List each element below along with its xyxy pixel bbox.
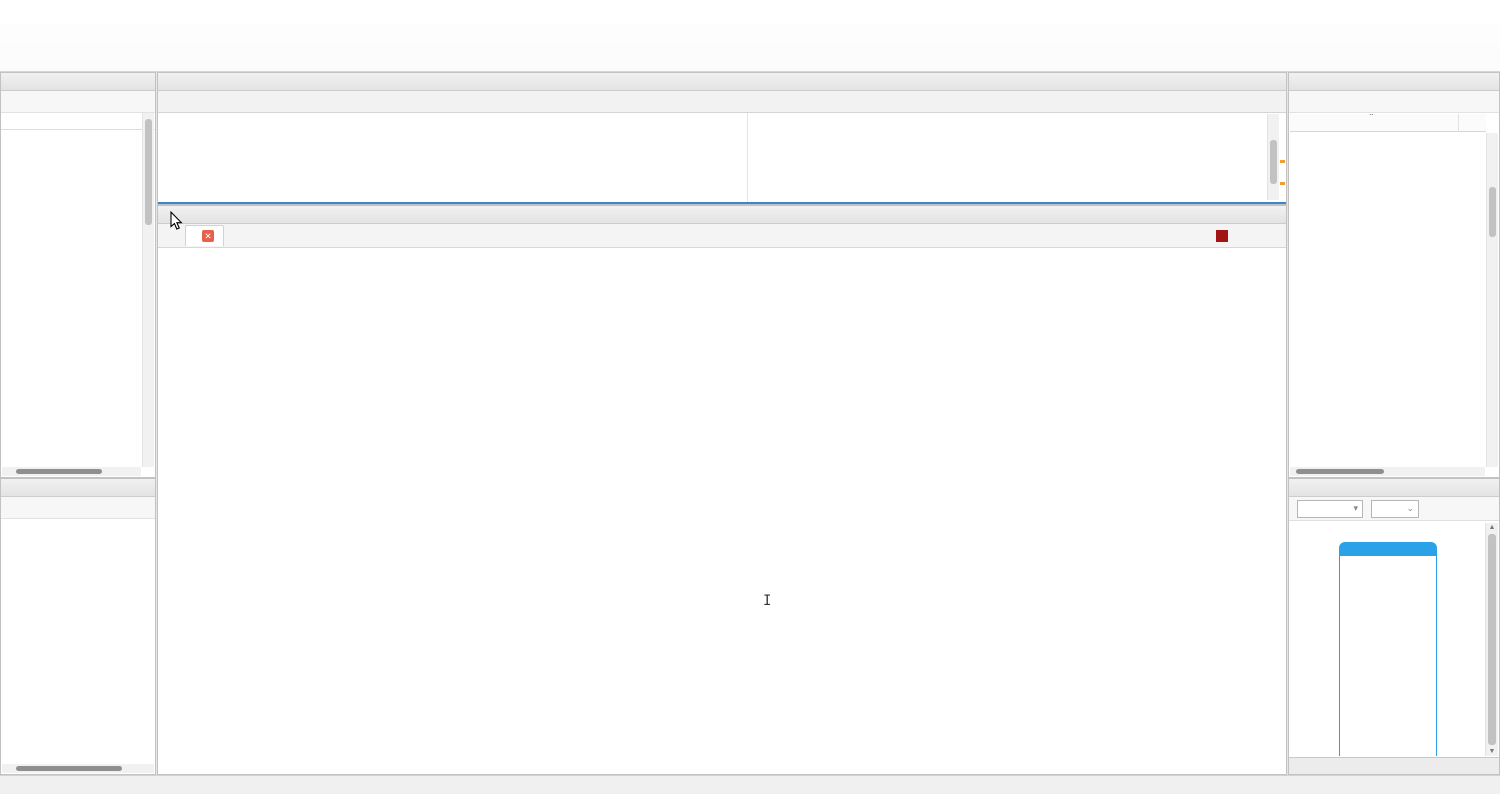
help-header: [1289, 479, 1499, 497]
console-options-gear-icon[interactable]: [1261, 228, 1276, 243]
column-79-guide: [747, 113, 748, 202]
editor-tabbar: [158, 91, 1286, 113]
sort-indicator-icon: ⌃: [1368, 114, 1375, 121]
console-tab[interactable]: ✕: [185, 225, 224, 246]
file-explorer-panel: [0, 72, 156, 478]
help-toolbar: ▾ ⌄: [1289, 497, 1499, 521]
clear-console-icon[interactable]: [1237, 229, 1252, 243]
file-explorer-header: [1, 73, 155, 91]
outline-header: [1, 479, 155, 497]
close-icon[interactable]: [139, 76, 150, 87]
column-type[interactable]: [1458, 114, 1486, 131]
scrollbar-thumb[interactable]: [1296, 469, 1384, 474]
file-explorer-toolbar: [1, 91, 155, 113]
spyder-window: ✕ I ⌃: [0, 0, 1500, 794]
undock-icon[interactable]: [1252, 209, 1263, 220]
scrollbar-thumb[interactable]: [1270, 140, 1277, 184]
outline-tree: [1, 519, 155, 522]
help-content: [1290, 522, 1485, 756]
browse-tabs-icon: [166, 95, 181, 109]
usage-card-title: [1339, 542, 1437, 556]
browse-tabs-button[interactable]: [161, 225, 185, 246]
help-bottom-tabs: [1289, 757, 1499, 774]
close-icon[interactable]: [1483, 76, 1494, 87]
variable-explorer-vscrollbar[interactable]: [1486, 133, 1498, 467]
variable-explorer-panel: ⌃: [1288, 72, 1500, 478]
outline-toolbar: [1, 497, 155, 519]
minimize-button[interactable]: [1362, 0, 1408, 24]
scroll-up-icon[interactable]: ▲: [1486, 524, 1498, 531]
editor-code-area[interactable]: [158, 113, 1286, 202]
source-select[interactable]: ▾: [1297, 500, 1363, 518]
usage-card: [1339, 542, 1437, 756]
file-explorer-list: [1, 130, 142, 467]
close-tab-icon[interactable]: ✕: [202, 230, 214, 242]
lock-icon[interactable]: [1423, 502, 1436, 515]
console-header: [158, 206, 1286, 224]
undock-icon[interactable]: [121, 76, 132, 87]
undock-icon[interactable]: [1252, 76, 1263, 87]
menubar: [0, 24, 1500, 44]
statusbar: [0, 775, 1500, 794]
close-icon[interactable]: [139, 482, 150, 493]
close-icon[interactable]: [1270, 76, 1281, 87]
file-explorer-vscrollbar[interactable]: [142, 113, 154, 467]
editor-header: [158, 73, 1286, 91]
browse-tabs-button[interactable]: [161, 91, 185, 112]
titlebar: [0, 0, 1500, 24]
spyder-logo-icon: [8, 5, 23, 20]
browse-tabs-icon: [166, 229, 181, 243]
ibeam-cursor-icon: I: [763, 593, 771, 609]
editor-warning-marks: [1280, 114, 1285, 200]
variable-explorer-toolbar: [1289, 91, 1499, 113]
editor-options-gear-icon[interactable]: [1267, 97, 1282, 112]
scrollbar-thumb[interactable]: [145, 119, 152, 225]
restore-button[interactable]: [1408, 0, 1454, 24]
variables-table: ⌃: [1290, 114, 1486, 467]
file-explorer-column-header[interactable]: [1, 113, 155, 130]
editor-panel: [157, 72, 1287, 205]
editor-console-splitter[interactable]: [158, 202, 1286, 204]
undock-icon[interactable]: [1465, 76, 1476, 87]
undock-icon[interactable]: [1465, 482, 1476, 493]
close-icon[interactable]: [1270, 209, 1281, 220]
window-controls: [1362, 0, 1500, 24]
object-select[interactable]: ⌄: [1371, 500, 1419, 518]
variables-table-header[interactable]: ⌃: [1290, 114, 1486, 132]
ipython-console-panel: ✕ I: [157, 205, 1287, 775]
outline-hscrollbar[interactable]: [2, 764, 154, 773]
console-tabbar: ✕: [158, 224, 1286, 248]
restore-icon: [1425, 6, 1437, 18]
scrollbar-thumb[interactable]: [1489, 187, 1496, 237]
close-button[interactable]: [1454, 0, 1500, 24]
help-panel: ▾ ⌄ ▲ ▼: [1288, 478, 1500, 775]
editor-vscrollbar[interactable]: [1267, 114, 1279, 200]
variable-explorer-header: [1289, 73, 1499, 91]
scrollbar-thumb[interactable]: [16, 766, 122, 771]
help-vscrollbar[interactable]: ▲ ▼: [1485, 523, 1498, 756]
outline-panel: [0, 478, 156, 775]
variable-explorer-hscrollbar[interactable]: [1290, 467, 1485, 476]
file-explorer-hscrollbar[interactable]: [2, 467, 141, 476]
usage-card-body: [1339, 556, 1437, 756]
scrollbar-thumb[interactable]: [1488, 534, 1496, 745]
pf-vs-pd-chart: [166, 260, 601, 476]
close-icon: [1471, 6, 1483, 18]
console-output-area[interactable]: I: [158, 248, 1286, 774]
plot-figure: [166, 260, 601, 479]
help-options-gear-icon[interactable]: [1440, 502, 1454, 516]
minimize-icon: [1379, 6, 1391, 18]
scroll-down-icon[interactable]: ▼: [1486, 748, 1498, 755]
main-toolbar: [0, 44, 1500, 72]
undock-icon[interactable]: [121, 482, 132, 493]
scrollbar-thumb[interactable]: [16, 469, 102, 474]
close-icon[interactable]: [1483, 482, 1494, 493]
interrupt-kernel-button[interactable]: [1216, 230, 1228, 242]
